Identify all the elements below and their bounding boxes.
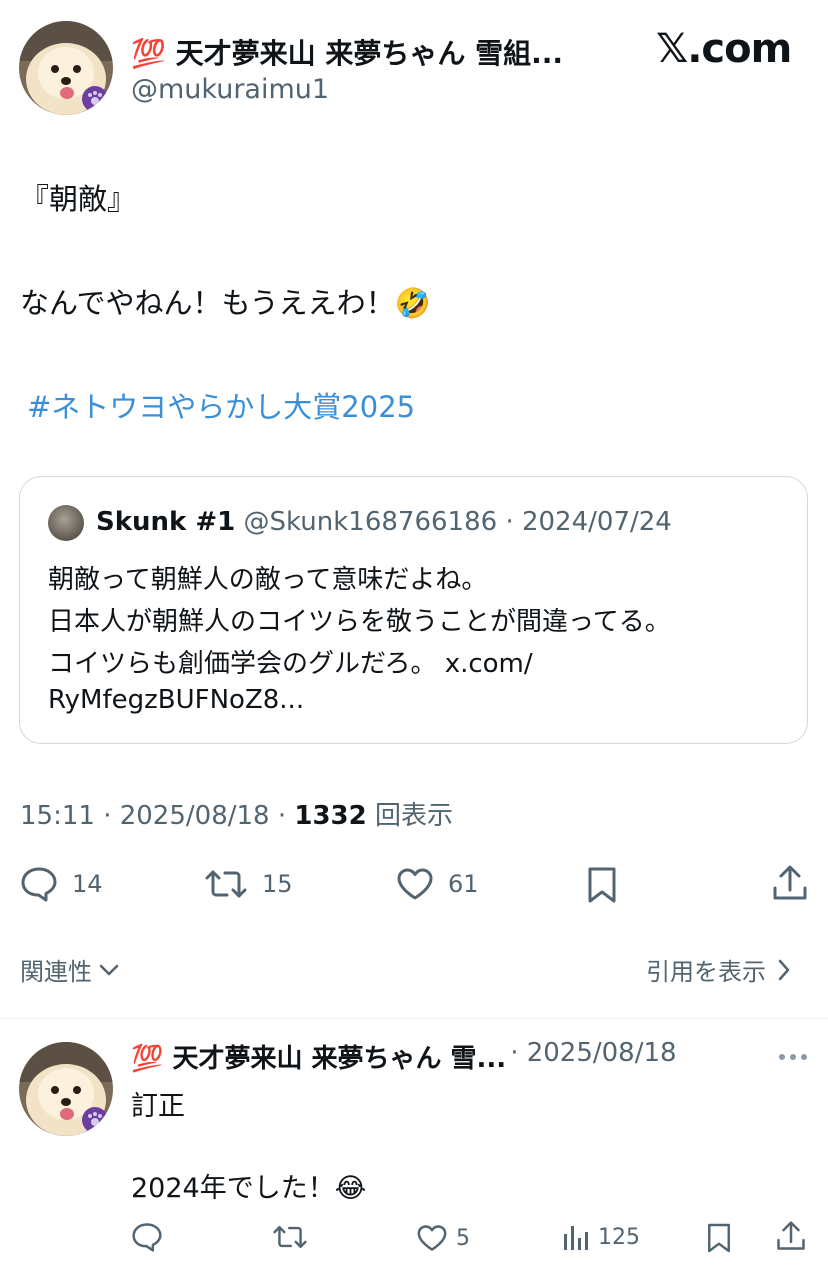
bar-chart-icon	[564, 1226, 588, 1250]
reply-view-count: 125	[598, 1224, 640, 1250]
post-text-line-1: 『朝敵』	[20, 182, 137, 216]
repost-icon	[273, 1226, 307, 1248]
quote-author-avatar	[48, 505, 84, 541]
share-icon	[773, 865, 807, 900]
quote-header: Skunk #1 @Skunk168766186 · 2024/07/24	[96, 507, 672, 537]
post-hashtag[interactable]: #ネトウヨやらかし大賞2025	[27, 384, 415, 426]
quote-text-line: コイツらも創価学会のグルだろ。 x.com/	[48, 649, 533, 679]
reply-text-line-2: 2024年でした！😂	[131, 1173, 367, 1204]
relevance-sort-dropdown[interactable]: 関連性	[20, 952, 120, 987]
bookmark-icon	[708, 1223, 730, 1253]
reply-text-line-1: 訂正	[131, 1091, 185, 1122]
post-timestamp[interactable]: 15:11 · 2025/08/18 ·	[20, 801, 294, 831]
show-quotes-link[interactable]: 引用を表示	[646, 952, 792, 987]
section-divider	[0, 1018, 828, 1019]
share-icon	[777, 1221, 805, 1250]
author-handle[interactable]: @mukuraimu1	[131, 74, 329, 105]
repost-icon	[205, 870, 247, 898]
share-button[interactable]	[772, 864, 808, 902]
author-name-text: 天才夢来山 来夢ちゃん 雪組...	[175, 37, 564, 70]
reply-date[interactable]: · 2025/08/18	[510, 1038, 676, 1075]
repost-button[interactable]: 15	[204, 868, 293, 900]
post-text-line-2: なんでやねん！もうええわ！🤣	[20, 286, 431, 320]
reply-count: 14	[72, 870, 103, 898]
heart-icon	[397, 868, 433, 900]
repost-count: 15	[262, 870, 293, 898]
reply-repost-button[interactable]	[272, 1224, 308, 1250]
x-logo[interactable]: 𝕏.com	[656, 26, 792, 72]
more-options-icon[interactable]	[778, 1053, 808, 1061]
post-meta: 15:11 · 2025/08/18 · 1332 回表示	[20, 795, 453, 832]
reply-icon	[21, 867, 57, 902]
quote-text-line: 日本人が朝鮮人のコイツらを敬うことが間違ってる。	[48, 607, 671, 637]
reply-author-name-text: 天才夢来山 来夢ちゃん 雪...	[172, 1044, 507, 1074]
reply-like-count: 5	[456, 1225, 470, 1251]
chevron-down-icon	[99, 964, 119, 975]
reply-header: 💯 天才夢来山 来夢ちゃん 雪... · 2025/08/18	[131, 1038, 677, 1075]
heart-icon	[417, 1225, 447, 1251]
author-display-name[interactable]: 💯 天才夢来山 来夢ちゃん 雪組...	[131, 32, 591, 72]
quote-text-line: 朝敵って朝鮮人の敵って意味だよね。	[48, 565, 488, 595]
hundred-points-emoji: 💯	[131, 1044, 164, 1074]
chevron-right-icon	[778, 959, 790, 980]
reply-bookmark-button[interactable]	[706, 1222, 732, 1254]
reply-like-button[interactable]: 5	[416, 1224, 470, 1252]
reply-icon	[132, 1223, 162, 1252]
like-count: 61	[448, 870, 479, 898]
quoted-post-card[interactable]: Skunk #1 @Skunk168766186 · 2024/07/24 朝敵…	[19, 476, 808, 744]
reply-views-button[interactable]: 125	[562, 1222, 640, 1252]
quote-author-name: Skunk #1	[96, 507, 236, 537]
bookmark-button[interactable]	[586, 866, 618, 904]
views-label: 回表示	[366, 801, 454, 831]
quote-text-line: RyMfegzBUFNoZ8...	[48, 685, 305, 715]
like-button[interactable]: 61	[396, 867, 479, 901]
hundred-points-emoji: 💯	[131, 37, 166, 70]
bookmark-icon	[588, 867, 616, 903]
show-quotes-label: 引用を表示	[646, 958, 766, 986]
reply-reply-button[interactable]	[131, 1222, 163, 1252]
author-avatar[interactable]	[19, 21, 113, 115]
reply-author-name[interactable]: 💯 天才夢来山 来夢ちゃん 雪...	[131, 1038, 506, 1075]
reply-share-button[interactable]	[776, 1220, 806, 1252]
relevance-label: 関連性	[20, 958, 92, 986]
quote-handle-date: @Skunk168766186 · 2024/07/24	[243, 507, 672, 537]
reply-button[interactable]: 14	[20, 866, 103, 902]
views-count: 1332	[294, 801, 367, 831]
reply-author-avatar[interactable]	[19, 1042, 113, 1136]
